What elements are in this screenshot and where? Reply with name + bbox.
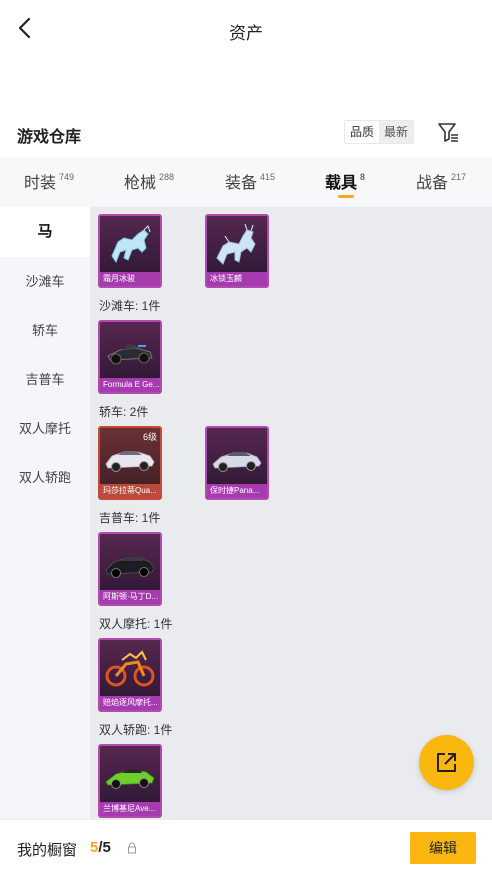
maserati-car-image — [105, 451, 155, 472]
active-tab-indicator — [338, 195, 354, 198]
vehicle-name: 赔焰逐风摩托... — [100, 696, 160, 710]
tab-equipment[interactable]: 装备 415 — [225, 169, 275, 193]
section-title: 游戏仓库 — [17, 129, 82, 146]
vehicle-type-sidebar: 马 沙滩车 轿车 吉普车 双人摩托 双人轿跑 — [0, 207, 90, 819]
porsche-car-image — [212, 452, 262, 472]
tab-vehicles[interactable]: 载具 8 — [325, 169, 365, 193]
vehicle-name: 兰博基尼Ave... — [100, 802, 160, 816]
lock-icon — [128, 842, 136, 854]
share-button[interactable] — [419, 735, 474, 790]
group-label-coupe: 双人轿跑: 1件 — [99, 723, 173, 737]
ice-qilin-image — [216, 223, 256, 265]
sidebar-item-horse[interactable]: 马 — [0, 207, 90, 257]
group-label-jeep: 吉普车: 1件 — [99, 511, 161, 525]
sort-quality-button[interactable]: 品质 — [345, 121, 380, 143]
showcase-count: 5/5 — [90, 839, 111, 856]
vehicle-card[interactable]: 6级 玛莎拉蒂Qua... — [98, 426, 162, 500]
vehicle-card[interactable]: 兰博基尼Ave... — [98, 744, 162, 818]
sort-toggle: 品质 最新 — [344, 120, 415, 144]
vehicle-card[interactable]: 霜月冰骏 — [98, 214, 162, 288]
vehicle-card[interactable]: 赔焰逐风摩托... — [98, 638, 162, 712]
vehicle-name: 冰锁玉麟 — [207, 272, 267, 286]
ice-horse-image — [111, 225, 151, 264]
sidebar-item-tandem-motorcycle[interactable]: 双人摩托 — [0, 417, 90, 441]
filter-icon[interactable] — [436, 120, 460, 144]
share-external-icon — [437, 753, 456, 772]
showcase-label: 我的橱窗 — [17, 842, 78, 859]
vehicle-card[interactable]: Formula E Ge... — [98, 320, 162, 394]
edit-button[interactable]: 编辑 — [410, 832, 476, 864]
vehicle-name: Formula E Ge... — [100, 378, 160, 392]
vehicle-name: 保时捷Pana... — [207, 484, 267, 498]
category-tabs: 时装 749 枪械 288 装备 415 载具 8 战备 217 — [0, 157, 492, 207]
vehicle-card[interactable]: 阿斯顿·马丁D... — [98, 532, 162, 606]
flame-motorcycle-image — [105, 650, 155, 687]
sidebar-item-sedan[interactable]: 轿车 — [0, 319, 90, 343]
vehicle-name: 阿斯顿·马丁D... — [100, 590, 160, 604]
sort-newest-button[interactable]: 最新 — [379, 121, 414, 143]
tab-fashion[interactable]: 时装 749 — [24, 169, 74, 193]
vehicle-name: 霜月冰骏 — [100, 272, 160, 286]
formula-e-car-image — [107, 344, 153, 365]
sidebar-item-jeep[interactable]: 吉普车 — [0, 368, 90, 392]
lamborghini-car-image — [105, 769, 155, 789]
vehicle-list: 霜月冰骏 冰锁玉麟 沙滩车: 1件 Formula E Ge... 轿车: 2件… — [90, 207, 492, 819]
tab-firearms[interactable]: 枪械 288 — [124, 169, 174, 193]
top-bar: 资产 — [0, 0, 492, 58]
group-label-sedan: 轿车: 2件 — [99, 405, 149, 419]
group-label-beach-buggy: 沙滩车: 1件 — [99, 299, 161, 313]
tab-combat-gear[interactable]: 战备 217 — [416, 169, 466, 193]
vehicle-name: 玛莎拉蒂Qua... — [100, 484, 160, 498]
page-title: 资产 — [229, 24, 263, 43]
group-label-tandem-motorcycle: 双人摩托: 1件 — [99, 617, 173, 631]
aston-martin-car-image — [105, 557, 155, 578]
sidebar-item-beach-buggy[interactable]: 沙滩车 — [0, 270, 90, 294]
warehouse-header: 游戏仓库 品质 最新 — [0, 116, 492, 154]
vehicle-card[interactable]: 保时捷Pana... — [205, 426, 269, 500]
showcase-bar: 我的橱窗 5/5 编辑 — [0, 819, 492, 876]
sidebar-item-coupe[interactable]: 双人轿跑 — [0, 466, 90, 490]
vehicle-card[interactable]: 冰锁玉麟 — [205, 214, 269, 288]
